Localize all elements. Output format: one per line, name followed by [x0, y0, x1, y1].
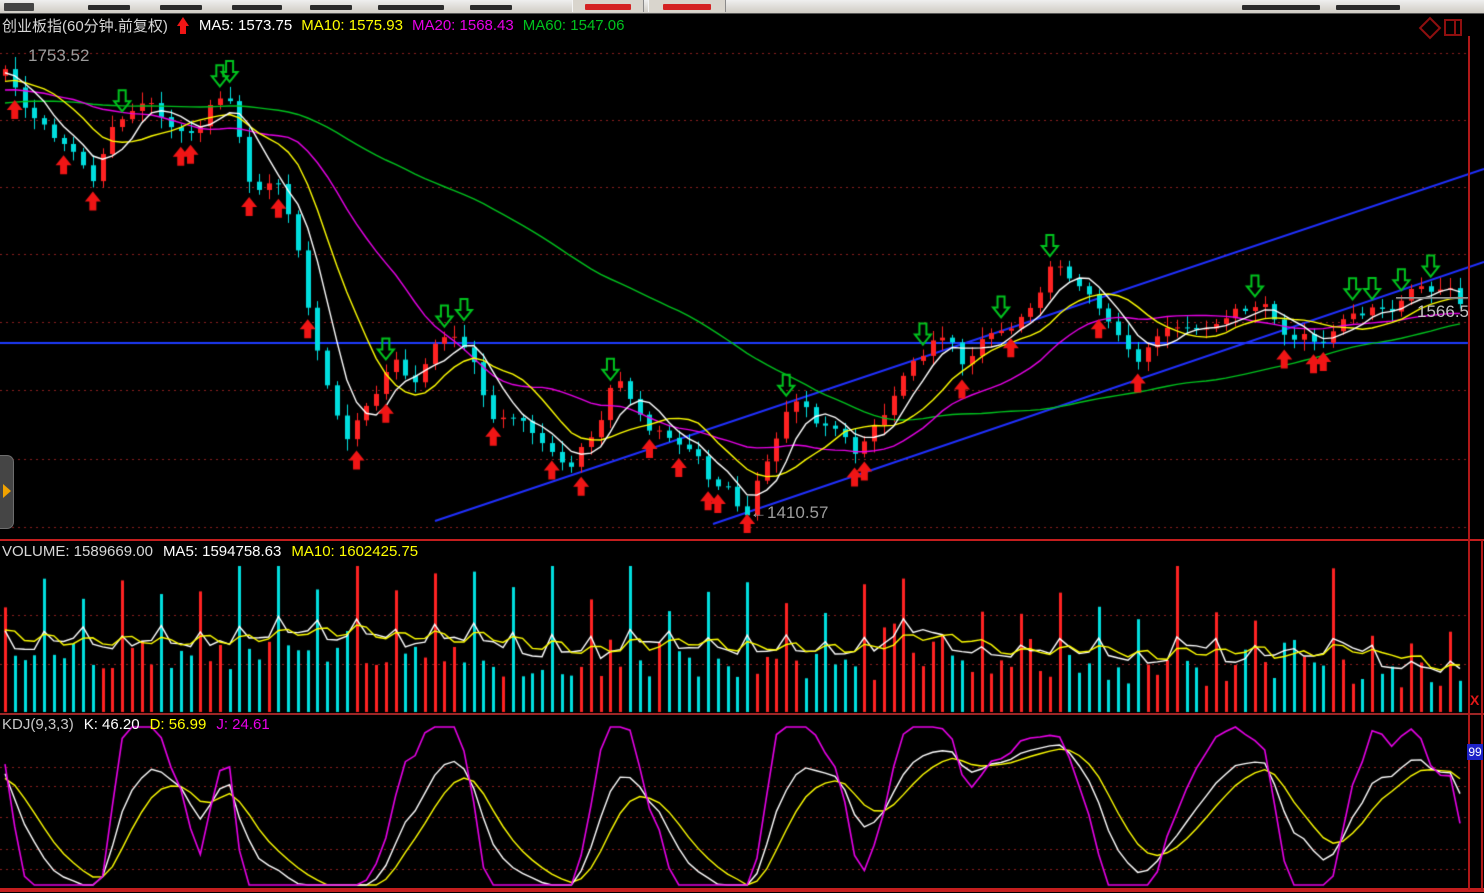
- ma5-value: MA5: 1573.75: [199, 17, 292, 34]
- kdj-scale-label: 99: [1467, 744, 1483, 760]
- pane-separator[interactable]: [0, 713, 1484, 715]
- chart-canvas[interactable]: [0, 0, 1484, 893]
- kdj-k-value: K: 46.20: [84, 716, 140, 733]
- instrument-title: 创业板指(60分钟.前复权): [2, 15, 168, 36]
- kdj-d-value: D: 56.99: [150, 716, 207, 733]
- ma20-value: MA20: 1568.43: [412, 17, 514, 34]
- chart-header: 创业板指(60分钟.前复权) MA5: 1573.75 MA10: 1575.9…: [2, 15, 625, 36]
- buy-signal-icon: [177, 17, 190, 34]
- volume-value: VOLUME: 1589669.00: [2, 543, 153, 560]
- corner-tools: [1422, 19, 1462, 36]
- last-price-label: 1566.5: [1417, 302, 1469, 322]
- volume-header: VOLUME: 1589669.00 MA5: 1594758.63 MA10:…: [2, 543, 418, 560]
- kdj-j-value: J: 24.61: [216, 716, 269, 733]
- last-price-line: [1396, 297, 1468, 298]
- ma10-value: MA10: 1575.93: [301, 17, 403, 34]
- expand-arrow-icon: [3, 484, 11, 498]
- volume-ma10-value: MA10: 1602425.75: [291, 543, 418, 560]
- kdj-title: KDJ(9,3,3): [2, 716, 74, 733]
- volume-ma5-value: MA5: 1594758.63: [163, 543, 281, 560]
- kdj-header: KDJ(9,3,3) K: 46.20 D: 56.99 J: 24.61: [2, 716, 270, 733]
- trading-app-window: 创业板指(60分钟.前复权) MA5: 1573.75 MA10: 1575.9…: [0, 0, 1484, 893]
- sidebar-expand-tab[interactable]: [0, 455, 14, 529]
- indicator-close-button[interactable]: X: [1470, 693, 1479, 707]
- bottom-border: [0, 888, 1484, 892]
- trough-price-label: ←1410.57: [750, 503, 828, 523]
- peak-price-label: 1753.52: [28, 46, 89, 66]
- pane-separator[interactable]: [0, 539, 1484, 541]
- right-edge-border: [1481, 540, 1483, 890]
- split-panes-icon[interactable]: [1444, 19, 1462, 36]
- ma60-value: MA60: 1547.06: [523, 17, 625, 34]
- right-axis-border: [1468, 36, 1470, 890]
- diamond-icon[interactable]: [1419, 16, 1442, 39]
